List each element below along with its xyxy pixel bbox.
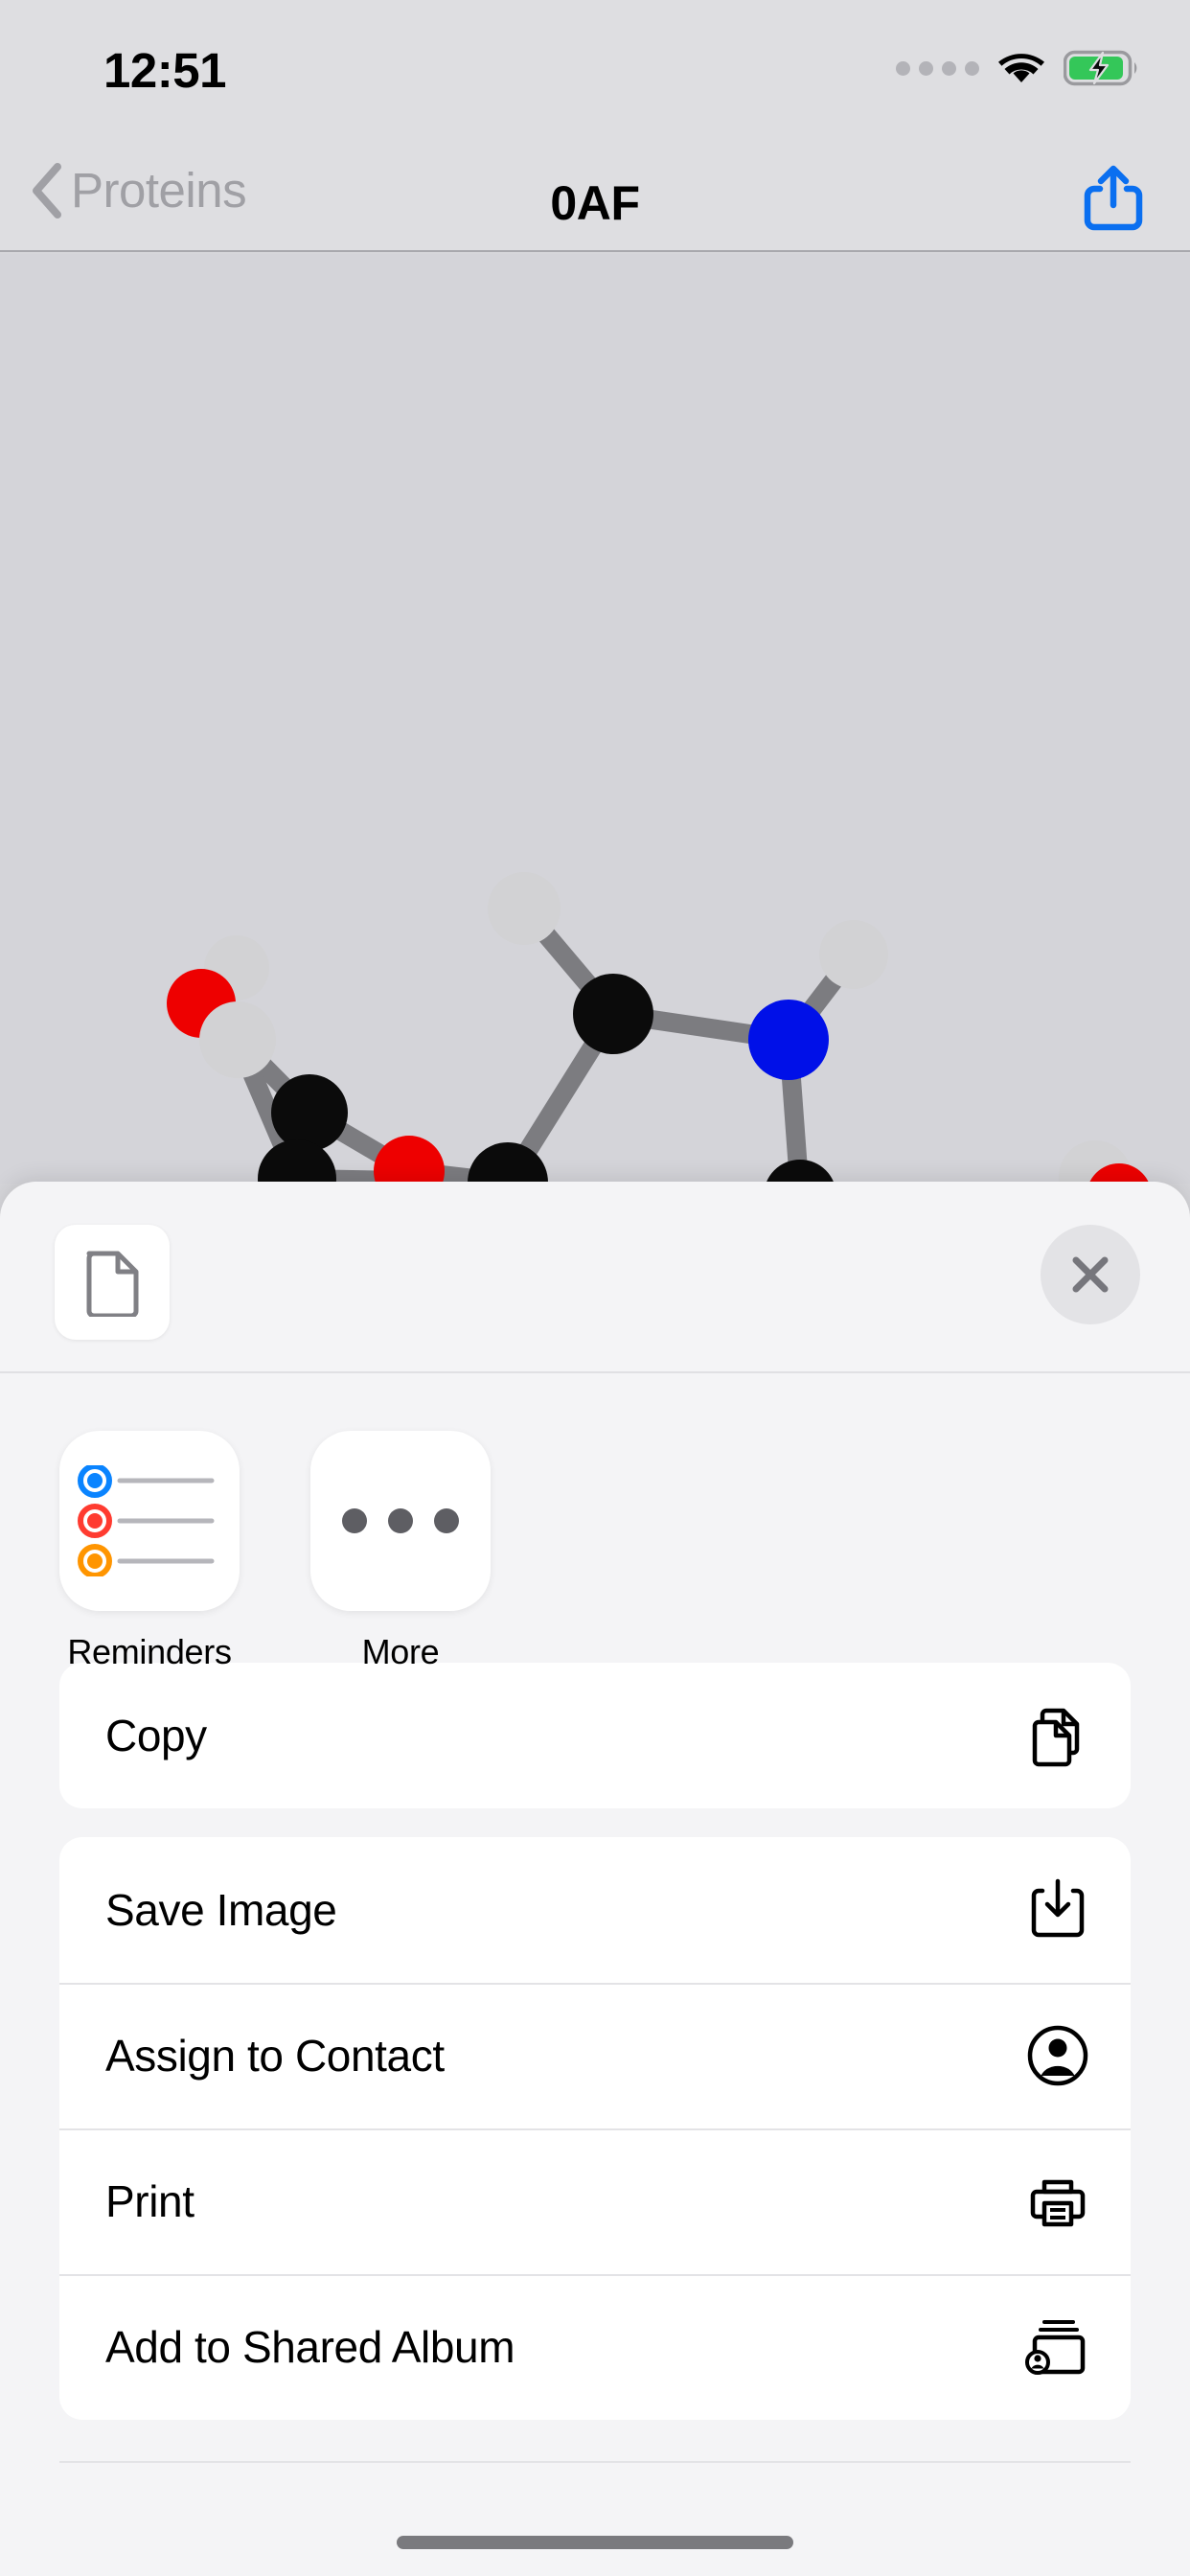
- iphone-screen: 12:51 Proteins 0AF Reminders More Copy S…: [0, 0, 1190, 2576]
- wifi-icon: [998, 54, 1044, 82]
- reminders-icon-box: [59, 1431, 240, 1611]
- signal-dot: [896, 60, 910, 76]
- action-label: Assign to Contact: [105, 2031, 445, 2081]
- close-button[interactable]: [1041, 1225, 1140, 1324]
- action-label: Save Image: [105, 1885, 337, 1935]
- shared-album-icon: [1023, 2312, 1092, 2381]
- navigation-bar: Proteins 0AF: [0, 139, 1190, 252]
- share-sheet: Reminders More Copy Save Image Assign to…: [0, 1182, 1190, 2576]
- save-image-icon: [1023, 1875, 1092, 1944]
- molecule-atom-C: [573, 974, 653, 1054]
- sheet-footer-divider: [59, 2461, 1131, 2463]
- printer-icon: [1023, 2167, 1092, 2236]
- action-row-copy[interactable]: Copy: [59, 1663, 1131, 1808]
- more-dot: [388, 1508, 413, 1533]
- action-row-add-to-shared-album[interactable]: Add to Shared Album: [59, 2274, 1131, 2420]
- more-icon-box: [310, 1431, 491, 1611]
- action-row-save-image[interactable]: Save Image: [59, 1837, 1131, 1983]
- molecule-atom-H: [819, 920, 888, 989]
- action-row-print[interactable]: Print: [59, 2128, 1131, 2274]
- copy-icon: [1023, 1701, 1092, 1770]
- more-dot: [342, 1508, 367, 1533]
- signal-dot: [965, 60, 979, 76]
- molecule-atom-N: [748, 1000, 829, 1080]
- share-app-more[interactable]: More: [310, 1431, 491, 1671]
- action-row-assign-to-contact[interactable]: Assign to Contact: [59, 1983, 1131, 2128]
- share-app-reminders[interactable]: Reminders: [59, 1431, 240, 1671]
- status-bar: 12:51: [0, 0, 1190, 139]
- status-bar-time: 12:51: [103, 43, 226, 98]
- more-dots-icon: [342, 1508, 459, 1533]
- action-label: Copy: [105, 1711, 207, 1760]
- molecule-atom-H: [488, 872, 561, 945]
- person-circle-icon: [1023, 2021, 1092, 2090]
- share-sheet-header: [0, 1182, 1190, 1373]
- document-thumbnail[interactable]: [55, 1225, 170, 1340]
- battery-charging-icon: [1064, 50, 1137, 86]
- action-group-copy: Copy: [59, 1663, 1131, 1808]
- molecule-atom-C: [766, 1160, 835, 1184]
- share-icon: [1084, 165, 1143, 231]
- reminders-icon: [78, 1465, 215, 1576]
- signal-dot: [919, 60, 933, 76]
- action-label: Print: [105, 2176, 195, 2226]
- molecule-3d-viewer[interactable]: [0, 254, 1190, 1184]
- action-group-media: Save Image Assign to Contact Print Add t…: [59, 1837, 1131, 2420]
- signal-dot: [942, 60, 956, 76]
- home-indicator[interactable]: [397, 2536, 793, 2549]
- molecule-structure: [167, 872, 1150, 1184]
- action-label: Add to Shared Album: [105, 2322, 515, 2372]
- share-app-row: Reminders More: [0, 1373, 1190, 1671]
- molecule-atom-O: [374, 1136, 445, 1184]
- document-icon: [86, 1251, 139, 1317]
- molecule-atom-C: [271, 1074, 348, 1151]
- close-icon: [1072, 1256, 1109, 1293]
- more-dot: [434, 1508, 459, 1533]
- page-title: 0AF: [550, 176, 640, 230]
- signal-dots-icon: [896, 60, 979, 76]
- share-button[interactable]: [1075, 160, 1152, 237]
- molecule-atom-H: [199, 1001, 276, 1078]
- status-bar-indicators: [896, 50, 1140, 86]
